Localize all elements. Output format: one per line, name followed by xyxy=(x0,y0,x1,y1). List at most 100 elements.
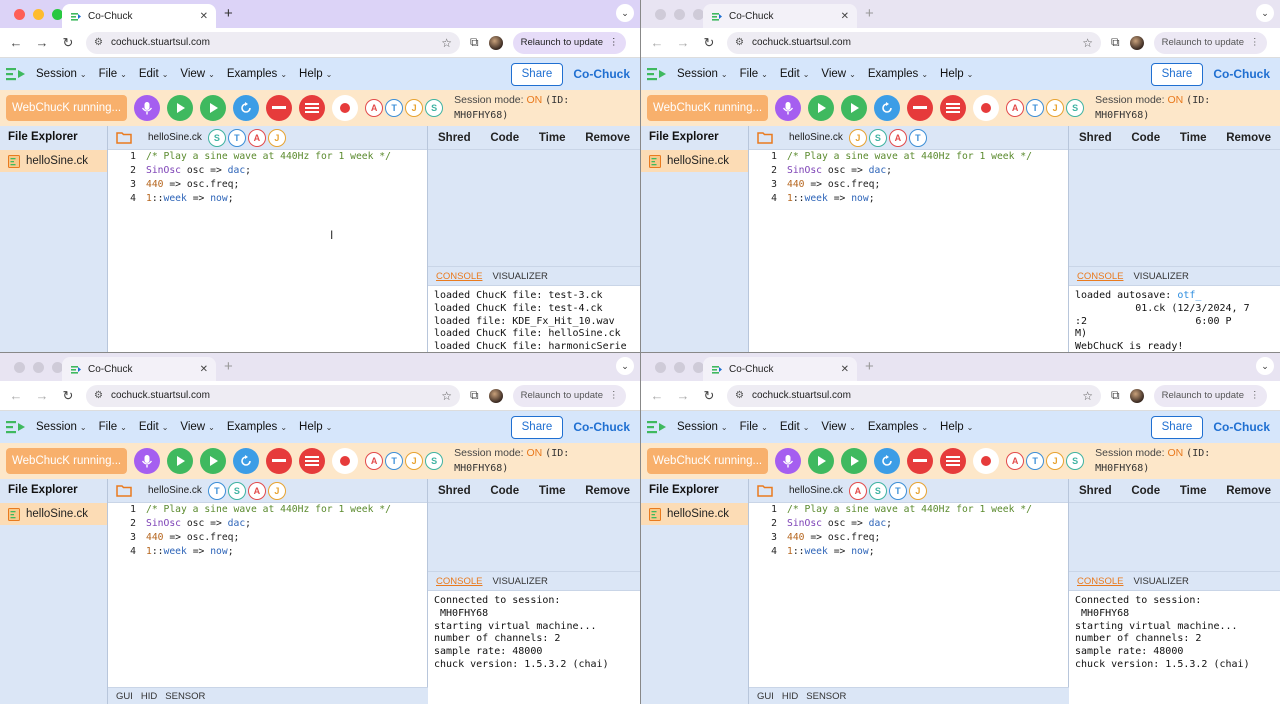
browser-tab[interactable]: Co-Chuck ✕ xyxy=(62,357,216,381)
menu-file[interactable]: File ⌄ xyxy=(740,68,768,80)
presence-avatar[interactable]: T xyxy=(385,99,404,117)
folder-icon[interactable] xyxy=(116,131,132,144)
remove-all-icon[interactable] xyxy=(940,95,967,121)
presence-avatar[interactable]: A xyxy=(1006,452,1025,470)
reload-icon[interactable]: ↻ xyxy=(60,388,76,404)
profile-avatar[interactable] xyxy=(488,35,503,50)
webchuck-status-button[interactable]: WebChucK running... xyxy=(647,448,769,474)
record-icon[interactable] xyxy=(332,448,359,474)
relaunch-button[interactable]: Relaunch to update ⋮ xyxy=(512,31,627,54)
menu-help[interactable]: Help ⌄ xyxy=(299,421,332,433)
share-button[interactable]: Share xyxy=(1150,415,1204,439)
presence-avatar[interactable]: S xyxy=(425,452,444,470)
menu-examples[interactable]: Examples ⌄ xyxy=(868,421,928,433)
address-bar[interactable]: ⚙ cochuck.stuartsul.com ☆ xyxy=(86,31,460,54)
menu-help[interactable]: Help ⌄ xyxy=(299,68,332,80)
file-item-hellosine[interactable]: helloSine.ck xyxy=(641,503,748,525)
menu-examples[interactable]: Examples ⌄ xyxy=(227,68,287,80)
folder-icon[interactable] xyxy=(116,484,132,497)
code-editor[interactable]: helloSine.ck STAJ 1 /* Play a sine wave … xyxy=(108,126,428,352)
webchuck-status-button[interactable]: WebChucK running... xyxy=(6,448,128,474)
extensions-icon[interactable]: ⧉ xyxy=(470,388,479,403)
menu-session[interactable]: Session ⌄ xyxy=(677,421,728,433)
presence-avatar[interactable]: T xyxy=(1026,452,1045,470)
new-tab-icon[interactable]: + xyxy=(224,5,233,22)
menu-file[interactable]: File ⌄ xyxy=(99,421,127,433)
presence-avatar[interactable]: S xyxy=(227,481,246,500)
presence-avatar[interactable]: A xyxy=(1006,99,1025,117)
browser-tab[interactable]: Co-Chuck ✕ xyxy=(62,4,216,28)
microphone-icon[interactable] xyxy=(134,448,161,474)
presence-avatar[interactable]: A xyxy=(365,452,384,470)
presence-avatar[interactable]: J xyxy=(1046,99,1065,117)
presence-avatar[interactable]: T xyxy=(1026,99,1045,117)
presence-avatar[interactable]: S xyxy=(868,128,887,147)
relaunch-button[interactable]: Relaunch to update ⋮ xyxy=(1153,31,1268,54)
webchuck-status-button[interactable]: WebChucK running... xyxy=(6,95,128,121)
file-item-hellosine[interactable]: helloSine.ck xyxy=(641,150,748,172)
reload-icon[interactable]: ↻ xyxy=(701,388,717,404)
tab-visualizer[interactable]: VISUALIZER xyxy=(492,271,547,282)
remove-all-icon[interactable] xyxy=(299,448,326,474)
restart-shred-icon[interactable] xyxy=(874,448,901,474)
tab-console[interactable]: CONSOLE xyxy=(436,271,482,282)
share-button[interactable]: Share xyxy=(510,62,564,86)
presence-avatar[interactable]: A xyxy=(848,481,867,500)
minimize-window-icon[interactable] xyxy=(674,362,685,373)
presence-avatar[interactable]: A xyxy=(247,481,266,500)
remove-all-icon[interactable] xyxy=(299,95,326,121)
presence-avatar[interactable]: J xyxy=(848,128,867,147)
new-tab-icon[interactable]: + xyxy=(224,358,233,375)
browser-tab[interactable]: Co-Chuck ✕ xyxy=(703,4,857,28)
profile-avatar[interactable] xyxy=(1129,388,1144,403)
tab-close-icon[interactable]: ✕ xyxy=(200,11,208,22)
minimize-window-icon[interactable] xyxy=(33,9,44,20)
share-button[interactable]: Share xyxy=(510,415,564,439)
bookmark-star-icon[interactable]: ☆ xyxy=(1082,36,1093,50)
forward-arrow-icon[interactable]: → xyxy=(675,388,691,403)
add-shred-play-icon[interactable] xyxy=(167,95,194,121)
tab-search-chevron-icon[interactable]: ⌄ xyxy=(616,357,634,375)
presence-avatar[interactable]: A xyxy=(247,128,266,147)
presence-avatar[interactable]: T xyxy=(227,128,246,147)
tab-close-icon[interactable]: ✕ xyxy=(841,11,849,22)
site-settings-icon[interactable]: ⚙ xyxy=(94,390,103,401)
microphone-icon[interactable] xyxy=(134,95,161,121)
new-tab-icon[interactable]: + xyxy=(865,358,874,375)
record-icon[interactable] xyxy=(332,95,359,121)
address-bar[interactable]: ⚙ cochuck.stuartsul.com ☆ xyxy=(727,31,1101,54)
presence-avatar[interactable]: S xyxy=(1066,452,1085,470)
tab-gui[interactable]: GUI xyxy=(116,691,133,702)
tab-sensor[interactable]: SENSOR xyxy=(806,691,846,702)
replace-shred-icon[interactable] xyxy=(841,95,868,121)
presence-avatar[interactable]: J xyxy=(405,99,424,117)
folder-icon[interactable] xyxy=(757,131,773,144)
minimize-window-icon[interactable] xyxy=(33,362,44,373)
file-item-hellosine[interactable]: helloSine.ck xyxy=(0,150,107,172)
tab-visualizer[interactable]: VISUALIZER xyxy=(492,576,547,587)
browser-tab[interactable]: Co-Chuck ✕ xyxy=(703,357,857,381)
menu-help[interactable]: Help ⌄ xyxy=(940,68,973,80)
profile-avatar[interactable] xyxy=(1129,35,1144,50)
menu-edit[interactable]: Edit ⌄ xyxy=(139,68,169,80)
extensions-icon[interactable]: ⧉ xyxy=(1111,388,1120,403)
menu-view[interactable]: View ⌄ xyxy=(180,68,214,80)
site-settings-icon[interactable]: ⚙ xyxy=(735,37,744,48)
bookmark-star-icon[interactable]: ☆ xyxy=(1082,389,1093,403)
tab-console[interactable]: CONSOLE xyxy=(1077,271,1123,282)
presence-avatar[interactable]: J xyxy=(405,452,424,470)
folder-icon[interactable] xyxy=(757,484,773,497)
tab-sensor[interactable]: SENSOR xyxy=(165,691,205,702)
forward-arrow-icon[interactable]: → xyxy=(34,388,50,403)
address-bar[interactable]: ⚙ cochuck.stuartsul.com ☆ xyxy=(86,384,460,407)
presence-avatar[interactable]: T xyxy=(385,452,404,470)
presence-avatar[interactable]: T xyxy=(207,481,226,500)
remove-shred-icon[interactable] xyxy=(907,448,934,474)
microphone-icon[interactable] xyxy=(775,95,802,121)
tab-search-chevron-icon[interactable]: ⌄ xyxy=(1256,357,1274,375)
relaunch-button[interactable]: Relaunch to update ⋮ xyxy=(1153,384,1268,407)
menu-edit[interactable]: Edit ⌄ xyxy=(139,421,169,433)
menu-view[interactable]: View ⌄ xyxy=(180,421,214,433)
restart-shred-icon[interactable] xyxy=(233,448,260,474)
site-settings-icon[interactable]: ⚙ xyxy=(94,37,103,48)
